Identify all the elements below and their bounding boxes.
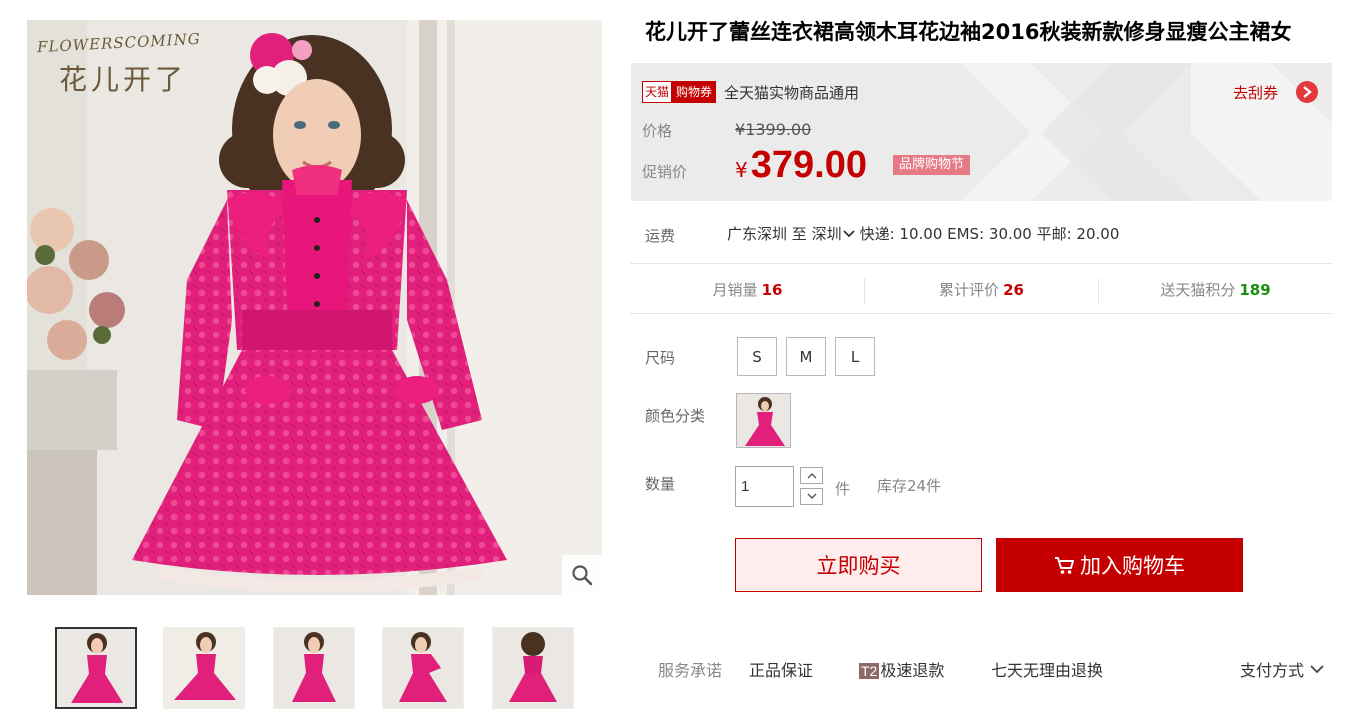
magnifier-icon bbox=[572, 565, 593, 586]
tmall-tag: 天猫 bbox=[642, 81, 673, 103]
service-label: 服务承诺 bbox=[658, 661, 723, 680]
add-to-cart-label: 加入购物车 bbox=[1080, 554, 1185, 578]
get-coupon-link[interactable]: 去刮券 bbox=[1233, 81, 1318, 103]
coupon-tag: 购物券 bbox=[672, 81, 717, 103]
price-label: 价格 bbox=[642, 122, 673, 140]
t2-badge: T2 bbox=[859, 663, 880, 679]
thumbnail-image bbox=[164, 628, 244, 708]
service-genuine[interactable]: 正品保证 bbox=[749, 657, 813, 681]
quantity-unit: 件 bbox=[835, 480, 851, 498]
shipping-label: 运费 bbox=[645, 227, 676, 245]
sale-price: ¥ 379.00 bbox=[735, 144, 867, 187]
size-option-s[interactable]: S bbox=[737, 337, 777, 376]
shipping-rates: 快递: 10.00 EMS: 30.00 平邮: 20.00 bbox=[859, 225, 1120, 243]
reviews-label: 累计评价 bbox=[939, 281, 1000, 299]
thumbnail-image bbox=[493, 628, 573, 708]
brand-name-cn: 花儿开了 bbox=[59, 63, 188, 96]
service-seven-day-return[interactable]: 七天无理由退换 bbox=[991, 657, 1103, 681]
thumbnail-image bbox=[383, 628, 463, 708]
sale-currency-symbol: ¥ bbox=[735, 158, 748, 182]
product-photo bbox=[27, 20, 602, 595]
ship-to-word: 至 bbox=[791, 225, 807, 243]
quantity-decrease-button[interactable] bbox=[800, 488, 823, 505]
thumbnail-4[interactable] bbox=[382, 627, 464, 709]
quantity-increase-button[interactable] bbox=[800, 467, 823, 484]
sale-price-label: 促销价 bbox=[642, 163, 688, 181]
arrow-right-circle-icon bbox=[1296, 81, 1318, 103]
payment-label: 支付方式 bbox=[1240, 661, 1305, 680]
destination-city: 深圳 bbox=[811, 225, 842, 243]
thumbnail-3[interactable] bbox=[273, 627, 355, 709]
price-promo-panel: 天猫 购物券 全天猫实物商品通用 去刮券 价格 ¥1399.00 促销价 ¥ 3… bbox=[631, 63, 1332, 201]
original-price: ¥1399.00 bbox=[735, 120, 811, 139]
main-product-image[interactable]: FLOWERSCOMING 花儿开了 bbox=[27, 20, 602, 595]
thumbnail-5[interactable] bbox=[492, 627, 574, 709]
reviews-value: 26 bbox=[1003, 281, 1024, 299]
coupon-row: 天猫 购物券 全天猫实物商品通用 bbox=[642, 81, 859, 103]
currency-symbol: ¥ bbox=[735, 120, 746, 139]
divider bbox=[631, 313, 1332, 314]
zoom-button[interactable] bbox=[562, 555, 602, 595]
coupon-description: 全天猫实物商品通用 bbox=[724, 83, 860, 102]
thumbnail-2[interactable] bbox=[163, 627, 245, 709]
thumbnail-image bbox=[274, 628, 354, 708]
points-label: 送天猫积分 bbox=[1160, 281, 1236, 299]
ship-from: 广东深圳 bbox=[727, 225, 788, 243]
service-fast-refund[interactable]: T2 极速退款 bbox=[859, 657, 944, 681]
size-option-m[interactable]: M bbox=[786, 337, 826, 376]
monthly-sales-stat: 月销量 16 bbox=[631, 278, 865, 304]
destination-city-select[interactable]: 深圳 bbox=[812, 223, 856, 244]
payment-methods-dropdown[interactable]: 支付方式 bbox=[1240, 657, 1325, 681]
reviews-stat[interactable]: 累计评价 26 bbox=[865, 278, 1099, 304]
chevron-up-icon bbox=[807, 473, 816, 479]
shipping-info: 广东深圳 至 深圳 快递: 10.00 EMS: 30.00 平邮: 20.00 bbox=[727, 223, 1119, 244]
original-price-value: 1399.00 bbox=[745, 120, 812, 139]
get-coupon-label: 去刮券 bbox=[1232, 83, 1278, 102]
monthly-sales-label: 月销量 bbox=[712, 281, 758, 299]
color-label: 颜色分类 bbox=[645, 407, 706, 425]
thumbnail-image bbox=[57, 629, 135, 707]
festival-badge: 品牌购物节 bbox=[893, 155, 971, 175]
monthly-sales-value: 16 bbox=[761, 281, 783, 299]
chevron-down-icon bbox=[807, 493, 816, 499]
color-option-swatch[interactable] bbox=[736, 393, 791, 448]
thumbnail-1[interactable] bbox=[55, 627, 137, 709]
size-option-l[interactable]: L bbox=[835, 337, 875, 376]
brand-name-en: FLOWERSCOMING bbox=[36, 29, 202, 57]
buy-now-button[interactable]: 立即购买 bbox=[735, 538, 982, 592]
chevron-down-icon bbox=[842, 229, 855, 237]
chevron-down-icon bbox=[1310, 665, 1324, 674]
add-to-cart-button[interactable]: 加入购物车 bbox=[996, 538, 1243, 592]
cart-icon bbox=[1055, 557, 1074, 574]
size-label: 尺码 bbox=[645, 349, 676, 367]
brand-watermark: FLOWERSCOMING 花儿开了 bbox=[37, 30, 201, 98]
sale-price-value: 379.00 bbox=[750, 144, 867, 186]
points-value: 189 bbox=[1239, 281, 1271, 299]
stock-info: 库存24件 bbox=[877, 477, 942, 495]
color-swatch-image bbox=[737, 394, 790, 447]
sales-stats: 月销量 16 累计评价 26 送天猫积分 189 bbox=[631, 278, 1332, 304]
product-title: 花儿开了蕾丝连衣裙高领木耳花边袖2016秋装新款修身显瘦公主裙女 bbox=[645, 20, 1292, 44]
divider bbox=[631, 263, 1332, 264]
points-stat: 送天猫积分 189 bbox=[1099, 278, 1332, 304]
quantity-input[interactable] bbox=[735, 466, 794, 507]
fast-refund-label: 极速退款 bbox=[880, 661, 945, 680]
quantity-label: 数量 bbox=[645, 475, 676, 493]
